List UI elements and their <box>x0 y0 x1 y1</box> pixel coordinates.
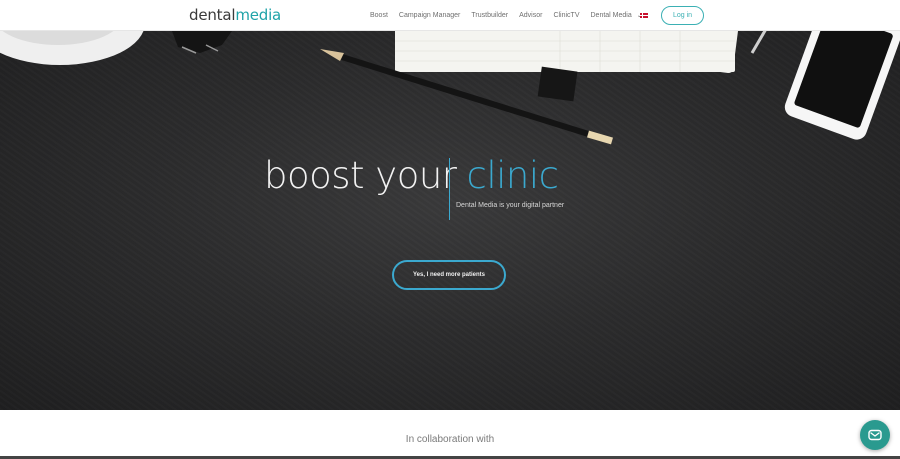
nav-item-clinictv[interactable]: ClinicTV <box>553 12 579 19</box>
smartphone-shape <box>784 31 900 140</box>
page: dentalmedia Boost Campaign Manager Trust… <box>0 0 900 459</box>
cta-button[interactable]: Yes, I need more patients <box>392 260 506 290</box>
site-logo[interactable]: dentalmedia <box>189 6 281 24</box>
danish-flag-icon[interactable] <box>640 13 648 18</box>
binder-clip-shape <box>172 31 232 54</box>
logo-part-dental: dental <box>189 6 236 24</box>
hero-section: boost your clinic Dental Media is your di… <box>0 31 900 410</box>
collaboration-heading: In collaboration with <box>405 434 495 445</box>
login-button[interactable]: Log in <box>661 6 704 25</box>
nav-item-trustbuilder[interactable]: Trustbuilder <box>471 12 508 19</box>
mail-icon <box>868 429 882 441</box>
hero-subtitle: Dental Media is your digital partner <box>456 202 565 209</box>
logo-part-media: media <box>235 6 282 24</box>
nav-item-dental-media-label: Dental Media <box>590 12 632 19</box>
chat-button[interactable] <box>860 420 890 450</box>
nav-item-advisor[interactable]: Advisor <box>519 12 542 19</box>
hero-title-accent: clinic <box>466 154 559 197</box>
nav-item-boost[interactable]: Boost <box>370 12 388 19</box>
pen-shape <box>750 31 767 54</box>
nav-item-dental-media[interactable]: Dental Media ⌄ <box>591 12 642 19</box>
hero-title: boost your clinic <box>264 156 559 196</box>
nav-item-campaign-manager[interactable]: Campaign Manager <box>399 12 460 19</box>
site-header: dentalmedia Boost Campaign Manager Trust… <box>0 0 900 31</box>
title-divider <box>449 158 450 220</box>
hero-title-main: boost your <box>264 154 457 197</box>
desk-objects-illustration <box>0 31 900 145</box>
main-nav: Boost Campaign Manager Trustbuilder Advi… <box>370 12 653 19</box>
